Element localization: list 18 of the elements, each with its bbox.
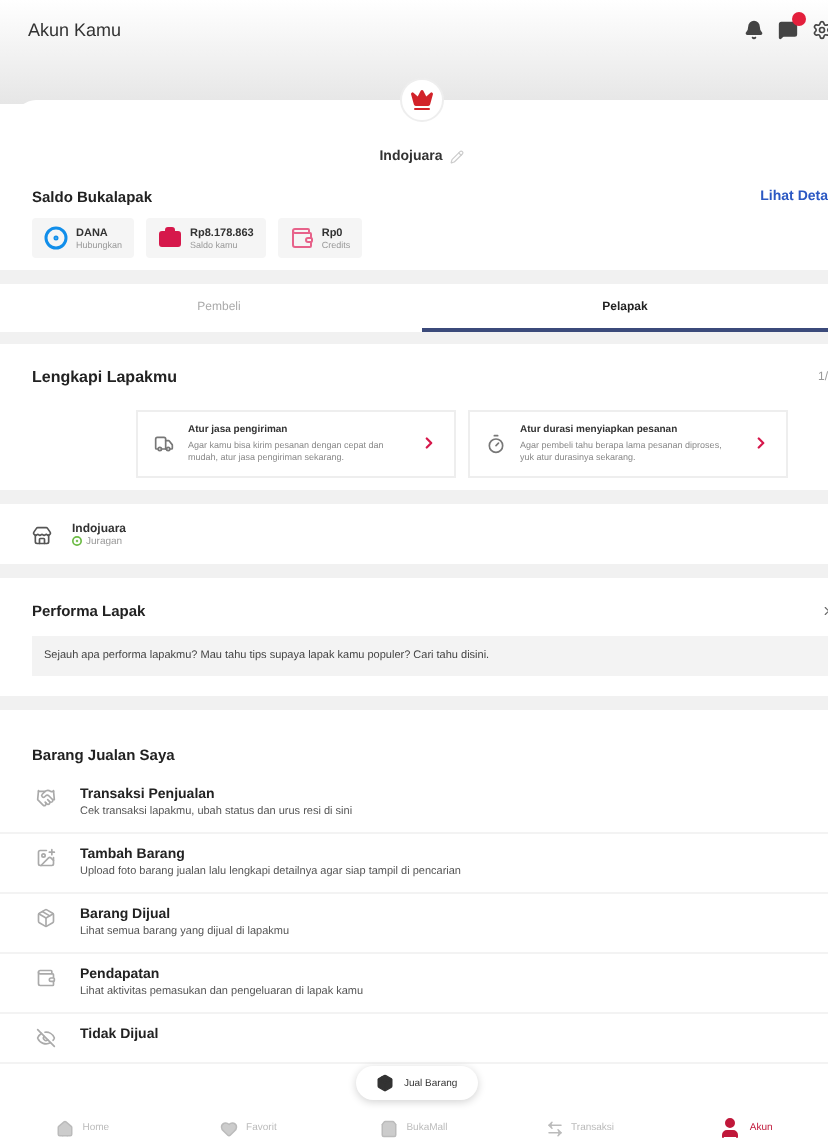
hidden-icon (36, 1027, 56, 1048)
store-icon (32, 525, 52, 546)
handshake-icon (36, 787, 56, 808)
bell-icon[interactable] (744, 20, 764, 40)
transfer-icon (545, 1119, 564, 1137)
badge-icon (72, 536, 82, 547)
page-title: Akun Kamu (28, 20, 122, 40)
home-icon (56, 1119, 75, 1137)
user-icon (717, 1116, 742, 1140)
chevron-icon (420, 434, 438, 453)
image-add-icon (36, 847, 56, 868)
settings-icon[interactable] (812, 20, 828, 40)
section-title: Lengkapi Lapakmu (32, 368, 177, 386)
timer-icon (486, 433, 506, 454)
chevron-icon (752, 434, 770, 453)
heart-icon (220, 1119, 239, 1137)
briefcase-icon (158, 226, 183, 250)
truck-icon (154, 433, 174, 454)
